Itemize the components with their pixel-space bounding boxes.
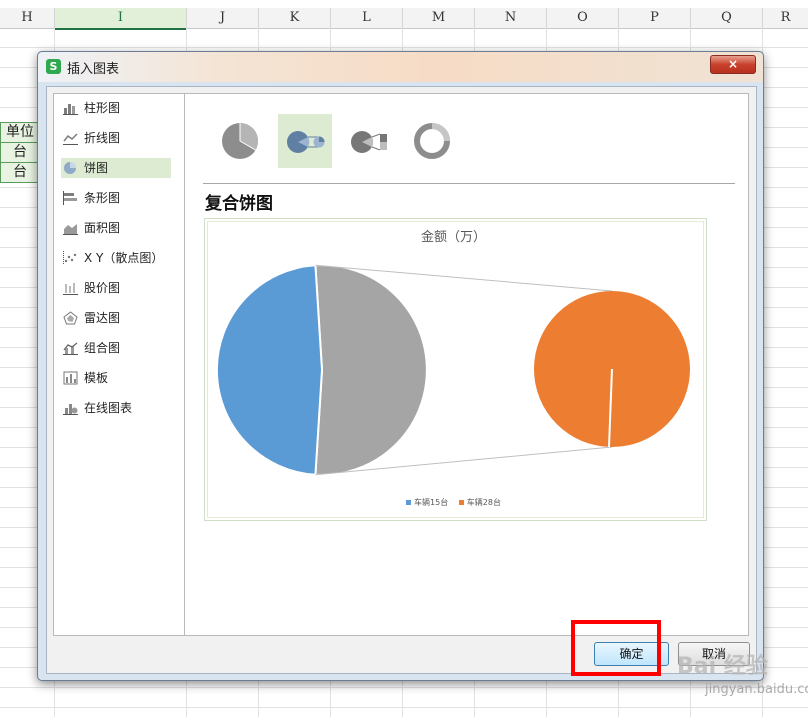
chart-preview: 金额（万） 车辆15台 车辆28台	[204, 218, 707, 521]
sidebar-item-radar[interactable]: 雷达图	[61, 308, 171, 328]
sidebar-item-label: 组合图	[84, 341, 121, 355]
subtype-bar-of-pie[interactable]	[342, 114, 396, 168]
sidebar-item-template[interactable]: 模板	[61, 368, 171, 388]
close-button[interactable]: ×	[710, 55, 756, 74]
sidebar-item-label: 雷达图	[84, 311, 121, 325]
subtype-pie-of-pie[interactable]	[278, 114, 332, 168]
line-chart-icon	[63, 133, 78, 145]
sidebar-item-scatter[interactable]: X Y（散点图）	[61, 248, 171, 268]
sidebar-item-bar[interactable]: 条形图	[61, 188, 171, 208]
combo-chart-icon	[63, 342, 78, 355]
sidebar-item-label: 柱形图	[84, 101, 121, 115]
legend-entry: 车辆28台	[458, 497, 501, 508]
sidebar-item-stock[interactable]: 股价图	[61, 278, 171, 298]
doughnut-subtype-icon	[414, 123, 450, 159]
sidebar-item-label: 股价图	[84, 281, 121, 295]
wps-app-icon: S	[46, 59, 61, 74]
watermark-url: jingyan.baidu.com	[705, 682, 808, 697]
legend-entry: 车辆15台	[406, 497, 448, 508]
column-header-j[interactable]: J	[187, 8, 259, 29]
chart-type-sidebar: 柱形图 折线图 饼图 条形图 面积图 X Y（散点图） 股价图 雷达图 组合图 …	[53, 93, 186, 636]
subtype-doughnut[interactable]	[406, 114, 460, 168]
stock-chart-icon	[63, 283, 78, 295]
pie-chart-icon	[64, 162, 76, 174]
column-header-l[interactable]: L	[331, 8, 403, 29]
dialog-content: 柱形图 折线图 饼图 条形图 面积图 X Y（散点图） 股价图 雷达图 组合图 …	[46, 86, 757, 674]
sidebar-item-combo[interactable]: 组合图	[61, 338, 171, 358]
title-divider	[203, 183, 735, 184]
sidebar-item-line[interactable]: 折线图	[61, 128, 171, 148]
sheet-cell[interactable]: 单位	[0, 122, 40, 143]
legend-swatch-main	[406, 500, 412, 505]
column-header-o[interactable]: O	[547, 8, 619, 29]
sidebar-item-label: 在线图表	[84, 401, 133, 415]
row-gridline	[0, 47, 808, 48]
column-header-p[interactable]: P	[619, 8, 691, 29]
insert-chart-dialog: S 插入图表 × 柱形图 折线图 饼图 条形图 面积图 X Y（散点图） 股价图…	[37, 51, 764, 681]
column-header-q[interactable]: Q	[691, 8, 763, 29]
column-header-h[interactable]: H	[0, 8, 55, 29]
bar-chart-icon	[63, 191, 77, 205]
subtype-pie[interactable]	[214, 114, 268, 168]
sheet-cell[interactable]: 台	[0, 162, 40, 183]
pie-slice-other	[314, 264, 428, 476]
baidu-watermark: Bai 经验 jingyan.baidu.com	[665, 628, 808, 708]
online-chart-icon	[63, 404, 78, 415]
sidebar-item-column[interactable]: 柱形图	[61, 98, 171, 118]
legend-label: 车辆15台	[414, 498, 449, 507]
highlight-annotation	[571, 620, 661, 676]
sidebar-item-area[interactable]: 面积图	[61, 218, 171, 238]
pie-of-pie-subtype-icon	[287, 131, 325, 153]
dialog-titlebar[interactable]: S 插入图表 ×	[38, 52, 763, 82]
sheet-cell[interactable]: 台	[0, 142, 40, 163]
pie-subtype-icon	[222, 123, 259, 159]
sidebar-item-label: 模板	[84, 371, 109, 385]
subtype-title: 复合饼图	[205, 194, 273, 214]
sidebar-item-label: 饼图	[84, 161, 109, 175]
sidebar-item-label: X Y（散点图）	[84, 251, 164, 265]
scatter-chart-icon	[63, 251, 77, 265]
pie-slice-main	[215, 264, 324, 476]
chart-preview-panel: 复合饼图 金额（万） 车辆15台 车辆28台	[184, 93, 749, 636]
dialog-title: 插入图表	[67, 62, 120, 77]
radar-chart-icon	[63, 311, 78, 325]
column-header-k[interactable]: K	[259, 8, 331, 29]
area-chart-icon	[63, 224, 78, 235]
column-header-m[interactable]: M	[403, 8, 475, 29]
sidebar-item-label: 条形图	[84, 191, 121, 205]
watermark-logo: Bai 经验	[677, 654, 768, 679]
column-header-r[interactable]: R	[763, 8, 808, 29]
column-header-i[interactable]: I	[55, 8, 187, 30]
legend-label: 车辆28台	[466, 498, 501, 507]
sidebar-item-pie[interactable]: 饼图	[61, 158, 171, 178]
legend-swatch-secondary	[458, 500, 464, 505]
column-chart-icon	[63, 104, 78, 115]
bar-of-pie-subtype-icon	[351, 131, 387, 153]
sidebar-item-online[interactable]: 在线图表	[61, 398, 171, 418]
chart-plot	[215, 264, 690, 476]
chart-legend: 车辆15台 车辆28台	[205, 497, 702, 508]
sidebar-item-label: 面积图	[84, 221, 121, 235]
sidebar-item-label: 折线图	[84, 131, 121, 145]
template-icon	[63, 371, 78, 385]
column-header-n[interactable]: N	[475, 8, 547, 29]
